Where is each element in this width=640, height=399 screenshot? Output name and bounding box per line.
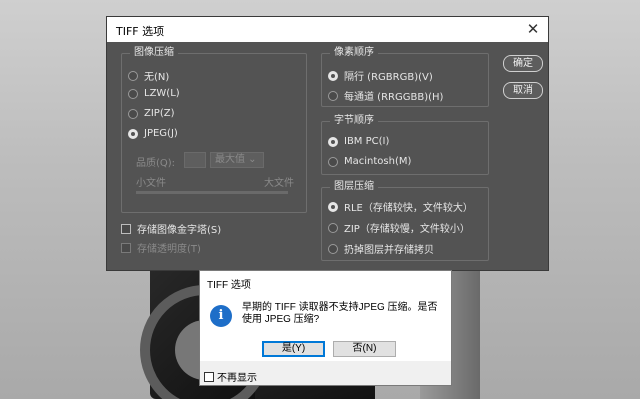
image-compression-group: 图像压缩 无(N) LZW(L) ZIP(Z) JPEG(J) 品质(Q): 最… [121,47,307,213]
option-label: ZIP(Z) [144,108,175,119]
option-label: 每通道 (RRGGBB)(H) [344,92,444,103]
cancel-button[interactable]: 取消 [503,82,543,99]
quality-preset-select[interactable]: 最大值 ⌄ [210,152,264,168]
chevron-down-icon: ⌄ [245,154,257,165]
alert-title: TIFF 选项 [207,280,251,291]
radio-compression-jpeg[interactable]: JPEG(J) [128,128,178,139]
radio-layer-zip[interactable]: ZIP（存储较慢，文件较小） [328,220,470,235]
radio-compression-none[interactable]: 无(N) [128,68,169,83]
option-label: ZIP（存储较慢，文件较小） [344,224,470,235]
radio-button-selected[interactable] [328,70,338,81]
radio-button[interactable] [328,243,338,254]
no-button[interactable]: 否(N) [333,341,396,357]
layer-compression-group: 图层压缩 RLE（存储较快，文件较大） ZIP（存储较慢，文件较小） 扔掉图层并… [321,181,489,261]
radio-button[interactable] [128,88,138,99]
option-label: LZW(L) [144,88,180,99]
radio-button[interactable] [128,108,138,119]
jpeg-compression-alert: TIFF 选项 i 早期的 TIFF 读取器不支持JPEG 压缩。是否使用 JP… [199,270,452,386]
checkbox-label: 存储图像金字塔(S) [137,225,222,236]
radio-pixel-per-channel[interactable]: 每通道 (RRGGBB)(H) [328,88,443,103]
radio-compression-zip[interactable]: ZIP(Z) [128,108,174,119]
group-label: 图层压缩 [330,181,378,193]
checkbox[interactable] [204,371,214,382]
radio-layer-discard[interactable]: 扔掉图层并存储拷贝 [328,241,434,256]
checkbox-save-transparency[interactable]: 存储透明度(T) [121,240,201,255]
checkbox-label: 不再显示 [217,373,257,384]
radio-pixel-interleaved[interactable]: 隔行 (RGBRGB)(V) [328,68,433,83]
checkbox-save-pyramid[interactable]: 存储图像金字塔(S) [121,221,221,236]
radio-button-selected[interactable] [328,136,338,147]
option-label: JPEG(J) [144,128,178,139]
alert-body: i 早期的 TIFF 读取器不支持JPEG 压缩。是否使用 JPEG 压缩? [200,293,451,361]
radio-compression-lzw[interactable]: LZW(L) [128,88,180,99]
radio-byte-macintosh[interactable]: Macintosh(M) [328,156,411,167]
dialog-titlebar[interactable]: TIFF 选项 ✕ [107,17,548,42]
quality-slider[interactable] [136,191,288,194]
radio-button[interactable] [328,156,338,167]
radio-button[interactable] [328,222,338,233]
option-label: 扔掉图层并存储拷贝 [344,245,434,256]
group-label: 图像压缩 [130,47,178,59]
yes-button[interactable]: 是(Y) [262,341,325,357]
select-value: 最大值 [215,154,245,165]
option-label: IBM PC(I) [344,136,390,147]
radio-button[interactable] [328,90,338,101]
checkbox-dont-show-again[interactable]: 不再显示 [204,369,257,384]
checkbox-label: 存储透明度(T) [137,244,201,255]
option-label: 隔行 (RGBRGB)(V) [344,72,433,83]
quality-label: 品质(Q): [136,158,176,169]
close-icon[interactable]: ✕ [524,20,542,38]
small-file-label: 小文件 [136,178,166,189]
tiff-options-dialog: TIFF 选项 ✕ 图像压缩 无(N) LZW(L) ZIP(Z) JPEG(J… [106,16,549,271]
byte-order-group: 字节顺序 IBM PC(I) Macintosh(M) [321,115,489,175]
option-label: 无(N) [144,72,170,83]
info-icon: i [210,305,232,327]
checkbox[interactable] [121,223,131,234]
option-label: Macintosh(M) [344,156,412,167]
group-label: 像素顺序 [330,47,378,59]
pixel-order-group: 像素顺序 隔行 (RGBRGB)(V) 每通道 (RRGGBB)(H) [321,47,489,107]
large-file-label: 大文件 [264,178,294,189]
ok-button[interactable]: 确定 [503,55,543,72]
radio-button[interactable] [128,70,138,81]
checkbox[interactable] [121,242,131,253]
radio-button-selected[interactable] [128,128,138,139]
alert-titlebar[interactable]: TIFF 选项 [200,271,451,293]
radio-button-selected[interactable] [328,201,338,212]
dialog-title: TIFF 选项 [116,25,165,38]
quality-input[interactable] [184,152,206,168]
radio-byte-ibm-pc[interactable]: IBM PC(I) [328,136,389,147]
option-label: RLE（存储较快，文件较大） [344,203,473,214]
group-label: 字节顺序 [330,115,378,127]
radio-layer-rle[interactable]: RLE（存储较快，文件较大） [328,199,473,214]
alert-message: 早期的 TIFF 读取器不支持JPEG 压缩。是否使用 JPEG 压缩? [242,302,438,325]
